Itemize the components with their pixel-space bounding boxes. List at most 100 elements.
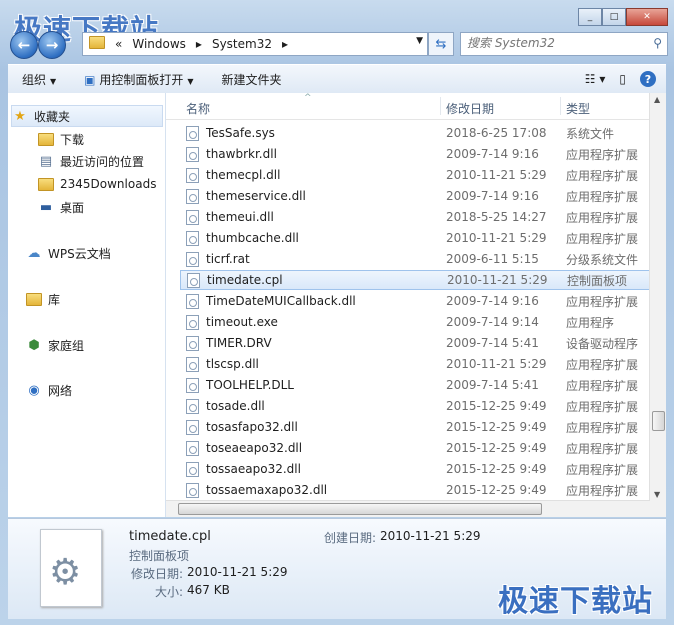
file-thumbnail: ⚙	[40, 529, 102, 607]
address-segment-windows[interactable]: Windows	[127, 37, 191, 51]
homegroup-icon: ⬢	[28, 337, 40, 353]
open-with-button[interactable]: ▣ 用控制面板打开 ▼	[70, 71, 207, 88]
file-row[interactable]: themecpl.dll 2010-11-21 5:29 应用程序扩展	[180, 165, 650, 185]
file-name: themecpl.dll	[206, 168, 281, 182]
address-bar[interactable]: « Windows ▸ System32 ▸ ▼	[82, 32, 428, 56]
file-row[interactable]: timeout.exe 2009-7-14 9:14 应用程序	[180, 312, 650, 332]
help-icon[interactable]: ?	[640, 71, 656, 87]
details-modified-label: 修改日期:	[131, 567, 184, 581]
file-icon	[186, 482, 199, 498]
sidebar-item-libraries[interactable]: 库	[26, 289, 60, 309]
search-box: ⚲	[460, 32, 668, 56]
vertical-scrollbar[interactable]: ▲ ▼	[649, 93, 666, 517]
search-input[interactable]	[461, 33, 649, 53]
sidebar-item-homegroup[interactable]: ⬢ 家庭组	[26, 335, 84, 355]
column-divider[interactable]	[440, 97, 441, 115]
file-name: timeout.exe	[206, 315, 278, 329]
column-header-date[interactable]: 修改日期	[446, 100, 494, 117]
sidebar-item-favorites[interactable]: ★ 收藏夹	[11, 105, 163, 127]
file-row[interactable]: timedate.cpl 2010-11-21 5:29 控制面板项	[180, 270, 650, 290]
gear-icon: ⚙	[49, 552, 82, 593]
file-type: 应用程序扩展	[566, 231, 639, 246]
file-name: tosasfapo32.dll	[206, 420, 298, 434]
file-row[interactable]: tosade.dll 2015-12-25 9:49 应用程序扩展	[180, 396, 650, 416]
control-panel-icon: ▣	[84, 72, 100, 87]
file-row[interactable]: tlscsp.dll 2010-11-21 5:29 应用程序扩展	[180, 354, 650, 374]
column-header-name[interactable]: 名称	[186, 100, 210, 117]
chevron-right-icon[interactable]: ▸	[191, 37, 207, 51]
file-icon	[186, 146, 199, 162]
file-date: 2010-11-21 5:29	[446, 357, 547, 371]
sidebar-item-network[interactable]: ◉ 网络	[26, 380, 72, 400]
file-row[interactable]: TIMER.DRV 2009-7-14 5:41 设备驱动程序	[180, 333, 650, 353]
downloads-folder-icon	[38, 131, 54, 147]
sidebar-item-2345downloads[interactable]: 2345Downloads	[38, 174, 156, 194]
file-name: themeservice.dll	[206, 189, 306, 203]
column-divider[interactable]	[560, 97, 561, 115]
file-name: ticrf.rat	[206, 252, 250, 266]
file-type: 应用程序扩展	[566, 378, 639, 393]
cloud-icon: ☁	[27, 245, 41, 261]
close-button[interactable]: ✕	[626, 8, 668, 26]
file-date: 2009-7-14 5:41	[446, 378, 539, 392]
file-row[interactable]: themeui.dll 2018-5-25 14:27 应用程序扩展	[180, 207, 650, 227]
search-icon[interactable]: ⚲	[653, 36, 662, 50]
sidebar-item-wps-cloud[interactable]: ☁ WPS云文档	[26, 243, 111, 263]
back-button[interactable]: ←	[10, 31, 38, 59]
refresh-button[interactable]: ⇆	[428, 32, 454, 56]
view-options-icon[interactable]: ☷ ▾	[585, 72, 606, 86]
arrow-right-icon: →	[45, 36, 59, 54]
scroll-down-icon[interactable]: ▼	[654, 490, 660, 499]
preview-pane-icon[interactable]: ▯	[619, 72, 626, 86]
sidebar-item-recent[interactable]: ▤ 最近访问的位置	[38, 151, 144, 171]
file-date: 2015-12-25 9:49	[446, 420, 547, 434]
file-type: 控制面板项	[567, 273, 628, 288]
column-headers: 名称 ^ 修改日期 类型	[166, 93, 650, 120]
horizontal-scrollbar[interactable]	[166, 500, 650, 517]
chevron-down-icon: ▼	[50, 76, 57, 86]
address-segment-system32[interactable]: System32	[207, 37, 277, 51]
hscroll-thumb[interactable]	[178, 503, 542, 515]
organize-button[interactable]: 组织 ▼	[8, 71, 70, 88]
file-row[interactable]: TOOLHELP.DLL 2009-7-14 5:41 应用程序扩展	[180, 375, 650, 395]
command-bar: 组织 ▼ ▣ 用控制面板打开 ▼ 新建文件夹 ☷ ▾ ▯ ?	[8, 64, 666, 94]
file-row[interactable]: themeservice.dll 2009-7-14 9:16 应用程序扩展	[180, 186, 650, 206]
scroll-thumb[interactable]	[652, 411, 665, 431]
details-filename: timedate.cpl	[129, 529, 211, 544]
sidebar-item-desktop[interactable]: ▬ 桌面	[38, 197, 84, 217]
column-header-type[interactable]: 类型	[566, 100, 590, 117]
file-row[interactable]: TesSafe.sys 2018-6-25 17:08 系统文件	[180, 123, 650, 143]
sidebar-item-downloads[interactable]: 下载	[38, 129, 84, 149]
file-type: 应用程序扩展	[566, 441, 639, 456]
file-type: 应用程序扩展	[566, 399, 639, 414]
file-type: 应用程序扩展	[566, 210, 639, 225]
file-row[interactable]: ticrf.rat 2009-6-11 5:15 分级系统文件	[180, 249, 650, 269]
file-row[interactable]: tossaemaxapo32.dll 2015-12-25 9:49 应用程序扩展	[180, 480, 650, 500]
file-name: themeui.dll	[206, 210, 274, 224]
address-overflow[interactable]: «	[110, 37, 127, 51]
chevron-right-icon[interactable]: ▸	[277, 37, 293, 51]
chevron-down-icon[interactable]: ▼	[416, 36, 423, 46]
file-row[interactable]: toseaeapo32.dll 2015-12-25 9:49 应用程序扩展	[180, 438, 650, 458]
navigation-pane: ★ 收藏夹 下载 ▤ 最近访问的位置 2345Downloads ▬ 桌面 ☁ WPS云…	[8, 93, 166, 517]
file-date: 2010-11-21 5:29	[446, 231, 547, 245]
organize-label: 组织	[22, 72, 47, 87]
desktop-icon: ▬	[39, 199, 53, 215]
file-row[interactable]: tossaeapo32.dll 2015-12-25 9:49 应用程序扩展	[180, 459, 650, 479]
minimize-button[interactable]: _	[578, 8, 602, 26]
new-folder-button[interactable]: 新建文件夹	[208, 71, 296, 88]
scroll-up-icon[interactable]: ▲	[654, 95, 660, 104]
folder-icon	[38, 176, 54, 192]
file-type: 系统文件	[566, 126, 615, 141]
file-type: 分级系统文件	[566, 252, 639, 267]
maximize-button[interactable]: □	[602, 8, 626, 26]
file-date: 2018-6-25 17:08	[446, 126, 547, 140]
file-row[interactable]: tosasfapo32.dll 2015-12-25 9:49 应用程序扩展	[180, 417, 650, 437]
file-row[interactable]: thawbrkr.dll 2009-7-14 9:16 应用程序扩展	[180, 144, 650, 164]
file-row[interactable]: TimeDateMUICallback.dll 2009-7-14 9:16 应用程…	[180, 291, 650, 311]
file-list-pane: 名称 ^ 修改日期 类型 TesSafe.sys 2018-6-25 17:08 系…	[166, 93, 666, 517]
file-name: TOOLHELP.DLL	[206, 378, 294, 392]
file-type: 设备驱动程序	[566, 336, 639, 351]
file-row[interactable]: thumbcache.dll 2010-11-21 5:29 应用程序扩展	[180, 228, 650, 248]
forward-button[interactable]: →	[38, 31, 66, 59]
